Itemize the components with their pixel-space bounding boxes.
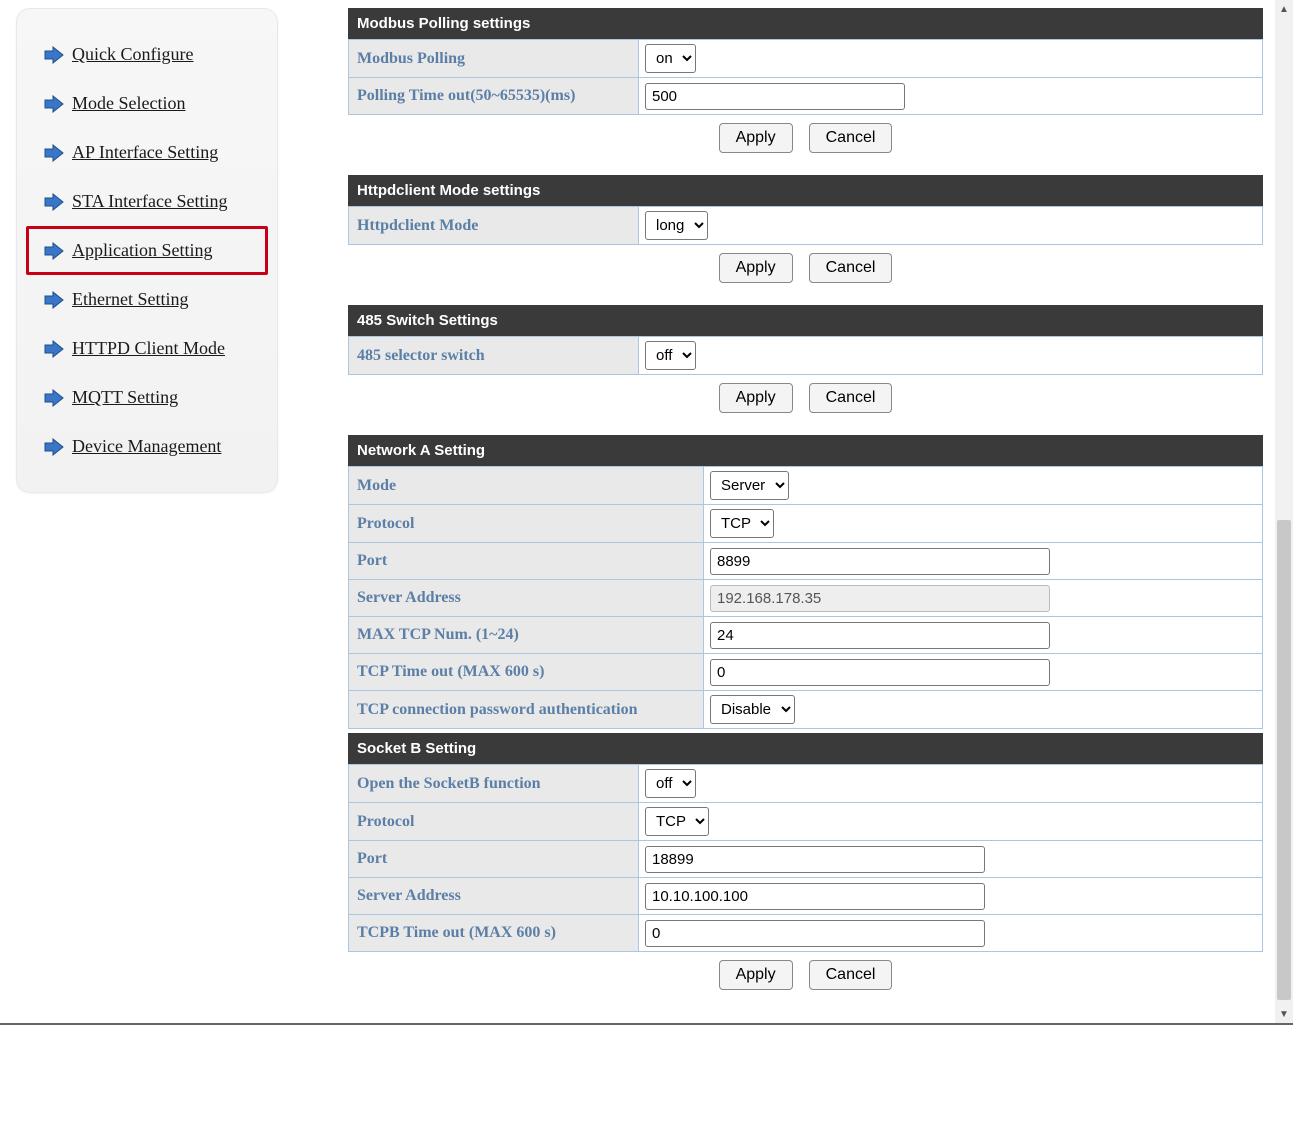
sidebar-item[interactable]: AP Interface Setting xyxy=(26,128,268,177)
sidebar-link[interactable]: AP Interface Setting xyxy=(72,142,218,163)
sidebar-item[interactable]: Ethernet Setting xyxy=(26,275,268,324)
neta-server-label: Server Address xyxy=(349,580,704,617)
socketb-protocol-label: Protocol xyxy=(349,803,639,841)
sidebar-link[interactable]: Ethernet Setting xyxy=(72,289,188,310)
sidebar-item[interactable]: HTTPD Client Mode xyxy=(26,324,268,373)
sidebar-item[interactable]: Mode Selection xyxy=(26,79,268,128)
sidebar-link[interactable]: Quick Configure xyxy=(72,44,193,65)
modbus-section-header: Modbus Polling settings xyxy=(348,8,1263,39)
arrow-right-icon xyxy=(44,291,64,309)
sidebar-link[interactable]: STA Interface Setting xyxy=(72,191,228,212)
cancel-button[interactable]: Cancel xyxy=(809,960,893,990)
main-content: Modbus Polling settings Modbus Polling o… xyxy=(348,8,1263,996)
sidebar: Quick Configure Mode Selection AP Interfac… xyxy=(16,8,278,493)
socketb-open-select[interactable]: off xyxy=(645,769,696,798)
socketb-server-label: Server Address xyxy=(349,878,639,915)
neta-auth-label: TCP connection password authentication xyxy=(349,691,704,729)
scroll-up-icon[interactable]: ▲ xyxy=(1275,0,1293,18)
neta-protocol-label: Protocol xyxy=(349,505,704,543)
cancel-button[interactable]: Cancel xyxy=(809,253,893,283)
arrow-right-icon xyxy=(44,144,64,162)
sidebar-link[interactable]: HTTPD Client Mode xyxy=(72,338,225,359)
apply-button[interactable]: Apply xyxy=(719,960,793,990)
arrow-right-icon xyxy=(44,193,64,211)
sidebar-link[interactable]: Application Setting xyxy=(72,240,212,261)
neta-protocol-select[interactable]: TCP xyxy=(710,509,774,538)
modbus-polling-label: Modbus Polling xyxy=(349,40,639,78)
neta-auth-select[interactable]: Disable xyxy=(710,695,795,724)
arrow-right-icon xyxy=(44,438,64,456)
cancel-button[interactable]: Cancel xyxy=(809,123,893,153)
neta-timeout-label: TCP Time out (MAX 600 s) xyxy=(349,654,704,691)
socketb-table: Open the SocketB function off Protocol T… xyxy=(348,764,1263,952)
scroll-thumb[interactable] xyxy=(1277,520,1291,1000)
polling-timeout-label: Polling Time out(50~65535)(ms) xyxy=(349,78,639,115)
scrollbar[interactable]: ▲ ▼ xyxy=(1275,0,1293,1023)
socketb-timeout-label: TCPB Time out (MAX 600 s) xyxy=(349,915,639,952)
socketb-open-label: Open the SocketB function xyxy=(349,765,639,803)
scroll-down-icon[interactable]: ▼ xyxy=(1275,1005,1293,1023)
socketb-timeout-input[interactable] xyxy=(645,920,985,947)
arrow-right-icon xyxy=(44,95,64,113)
neta-server-input xyxy=(710,585,1050,612)
modbus-polling-select[interactable]: on xyxy=(645,44,696,73)
neta-section-header: Network A Setting xyxy=(348,435,1263,466)
switch485-selector-select[interactable]: off xyxy=(645,341,696,370)
switch485-section-header: 485 Switch Settings xyxy=(348,305,1263,336)
sidebar-item[interactable]: STA Interface Setting xyxy=(26,177,268,226)
httpd-table: Httpdclient Mode long xyxy=(348,206,1263,245)
arrow-right-icon xyxy=(44,242,64,260)
socketb-protocol-select[interactable]: TCP xyxy=(645,807,709,836)
neta-maxtcp-label: MAX TCP Num. (1~24) xyxy=(349,617,704,654)
sidebar-item[interactable]: MQTT Setting xyxy=(26,373,268,422)
neta-port-label: Port xyxy=(349,543,704,580)
httpd-mode-select[interactable]: long xyxy=(645,211,708,240)
arrow-right-icon xyxy=(44,389,64,407)
socketb-port-label: Port xyxy=(349,841,639,878)
sidebar-item[interactable]: Quick Configure xyxy=(26,30,268,79)
neta-table: Mode Server Protocol TCP Port xyxy=(348,466,1263,729)
neta-timeout-input[interactable] xyxy=(710,659,1050,686)
httpd-mode-label: Httpdclient Mode xyxy=(349,207,639,245)
arrow-right-icon xyxy=(44,340,64,358)
sidebar-item[interactable]: Device Management xyxy=(26,422,268,471)
sidebar-item[interactable]: Application Setting xyxy=(26,226,268,275)
switch485-table: 485 selector switch off xyxy=(348,336,1263,375)
neta-mode-select[interactable]: Server xyxy=(710,471,789,500)
socketb-server-input[interactable] xyxy=(645,883,985,910)
neta-mode-label: Mode xyxy=(349,467,704,505)
sidebar-link[interactable]: Device Management xyxy=(72,436,221,457)
apply-button[interactable]: Apply xyxy=(719,383,793,413)
apply-button[interactable]: Apply xyxy=(719,123,793,153)
arrow-right-icon xyxy=(44,46,64,64)
socketb-port-input[interactable] xyxy=(645,846,985,873)
switch485-selector-label: 485 selector switch xyxy=(349,337,639,375)
polling-timeout-input[interactable] xyxy=(645,83,905,110)
httpd-section-header: Httpdclient Mode settings xyxy=(348,175,1263,206)
sidebar-link[interactable]: MQTT Setting xyxy=(72,387,178,408)
apply-button[interactable]: Apply xyxy=(719,253,793,283)
modbus-table: Modbus Polling on Polling Time out(50~65… xyxy=(348,39,1263,115)
neta-maxtcp-input[interactable] xyxy=(710,622,1050,649)
neta-port-input[interactable] xyxy=(710,548,1050,575)
sidebar-link[interactable]: Mode Selection xyxy=(72,93,185,114)
cancel-button[interactable]: Cancel xyxy=(809,383,893,413)
socketb-section-header: Socket B Setting xyxy=(348,733,1263,764)
